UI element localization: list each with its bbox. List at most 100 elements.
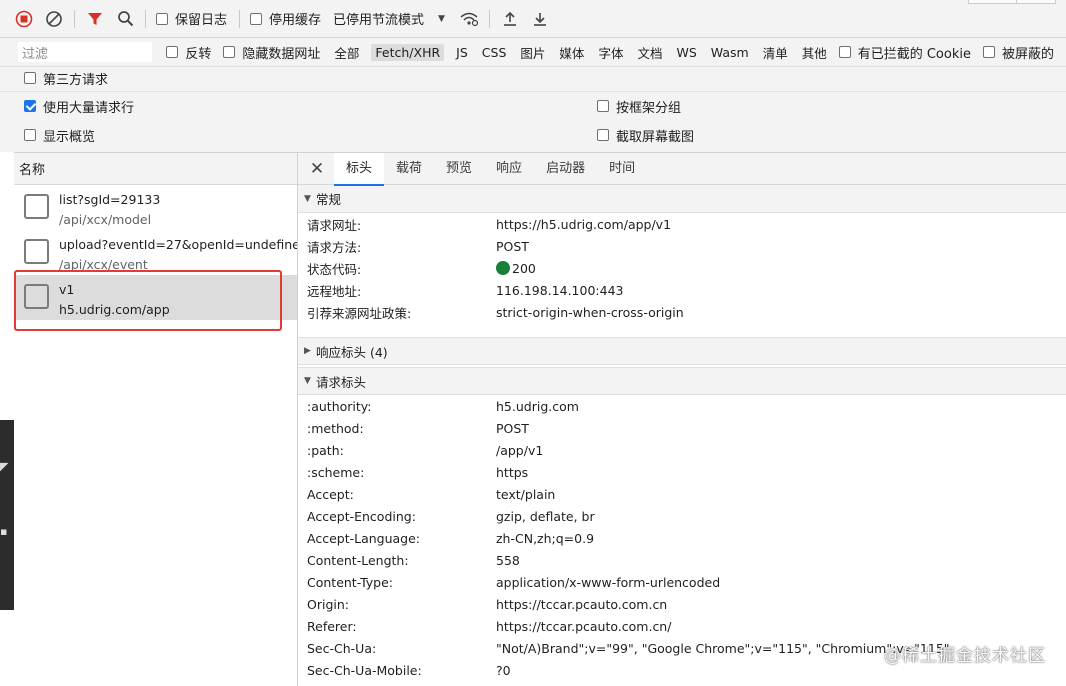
import-har-icon[interactable] xyxy=(500,9,520,29)
response-headers-section-header[interactable]: ▶ 响应标头 (4) xyxy=(298,337,1066,365)
filter-icon[interactable] xyxy=(85,9,105,29)
toolbar-separator xyxy=(488,9,490,28)
request-headers-section-header[interactable]: ▼ 请求标头 xyxy=(298,367,1066,395)
status-code-value: 200 xyxy=(496,261,536,276)
clear-icon[interactable] xyxy=(44,9,64,29)
filter-type-img[interactable]: 图片 xyxy=(518,42,547,63)
third-party-checkbox[interactable]: 第三方请求 xyxy=(24,64,108,92)
filter-type-css[interactable]: CSS xyxy=(480,44,509,61)
filter-type-manifest[interactable]: 清单 xyxy=(761,42,790,63)
network-settings xyxy=(0,66,1066,152)
tab-initiator[interactable]: 启动器 xyxy=(534,153,597,185)
general-section-header[interactable]: ▼ 常规 xyxy=(298,185,1066,213)
checkbox-box[interactable] xyxy=(982,46,995,58)
request-header-row: Referer: https://tccar.pcauto.com.cn/ xyxy=(298,615,1066,637)
hide-data-urls-checkbox[interactable]: 隐藏数据网址 xyxy=(223,43,320,62)
filter-type-doc[interactable]: 文档 xyxy=(635,42,664,63)
header-value: ?0 xyxy=(496,662,511,678)
header-value: 116.198.14.100:443 xyxy=(496,282,624,298)
request-header-row: Origin: https://tccar.pcauto.com.cn xyxy=(298,593,1066,615)
toolbar-separator xyxy=(145,9,146,28)
tab-payload[interactable]: 载荷 xyxy=(384,153,434,185)
filter-type-other[interactable]: 其他 xyxy=(800,42,829,63)
search-icon[interactable] xyxy=(115,9,135,29)
red-highlight-annotation xyxy=(14,270,282,331)
throttling-label: 已停用节流模式 xyxy=(333,13,425,28)
request-header-row: Content-Type: application/x-www-form-urle… xyxy=(298,571,1066,593)
network-toolbar: 保留日志 停用缓存 已停用节流模式 ▼ xyxy=(0,0,1066,38)
disable-cache-checkbox[interactable]: 停用缓存 xyxy=(250,9,321,28)
close-icon[interactable]: ✕ xyxy=(306,159,328,179)
header-key: Content-Length: xyxy=(307,552,409,568)
filter-type-font[interactable]: 字体 xyxy=(596,42,625,63)
checkbox-box[interactable] xyxy=(24,72,36,84)
filter-type-media[interactable]: 媒体 xyxy=(557,42,586,63)
filter-type-ws[interactable]: WS xyxy=(674,44,698,61)
header-value: gzip, deflate, br xyxy=(496,508,595,524)
preserve-log-checkbox[interactable]: 保留日志 xyxy=(156,9,227,28)
header-key: 远程地址: xyxy=(307,283,362,299)
big-request-rows-checkbox[interactable]: 使用大量请求行 xyxy=(24,92,134,120)
header-value: https://tccar.pcauto.com.cn/ xyxy=(496,618,672,634)
filter-type-all[interactable]: 全部 xyxy=(332,42,361,63)
checkbox-box[interactable] xyxy=(24,129,36,141)
tab-timing[interactable]: 时间 xyxy=(597,153,647,185)
throttling-select[interactable]: 已停用节流模式 ▼ xyxy=(333,9,445,28)
general-row: 请求方法: POST xyxy=(298,235,1066,257)
request-header-row: Content-Length: 558 xyxy=(298,549,1066,571)
blocked-requests-label: 被屏蔽的 xyxy=(1001,46,1054,62)
checkbox-box[interactable] xyxy=(597,100,609,112)
checkbox-box[interactable] xyxy=(838,46,851,58)
blocked-cookies-label: 有已拦截的 Cookie xyxy=(857,46,971,62)
tab-preview[interactable]: 预览 xyxy=(434,153,484,185)
status-code-text: 200 xyxy=(512,260,536,276)
capture-screenshots-checkbox[interactable]: 截取屏幕截图 xyxy=(597,121,694,149)
header-value: text/plain xyxy=(496,486,556,502)
tab-remnant xyxy=(1016,0,1056,4)
page-fragment-icon: ▪ xyxy=(0,525,8,538)
hide-data-urls-label: 隐藏数据网址 xyxy=(242,46,321,62)
expanded-triangle-icon: ▼ xyxy=(304,376,311,386)
checkbox-box[interactable] xyxy=(166,46,179,58)
checkbox-box-checked[interactable] xyxy=(24,100,36,112)
big-request-rows-label: 使用大量请求行 xyxy=(43,100,135,116)
preserve-log-label: 保留日志 xyxy=(175,13,228,28)
tab-headers[interactable]: 标头 xyxy=(334,152,385,186)
header-value: "Not/A)Brand";v="99", "Google Chrome";v=… xyxy=(496,640,950,656)
network-conditions-icon[interactable] xyxy=(459,9,479,29)
blocked-cookies-checkbox[interactable]: 有已拦截的 Cookie xyxy=(838,43,971,62)
request-header-row: :authority: h5.udrig.com xyxy=(298,395,1066,417)
tab-response[interactable]: 响应 xyxy=(484,153,534,185)
invert-checkbox[interactable]: 反转 xyxy=(166,43,211,62)
export-har-icon[interactable] xyxy=(530,9,550,29)
show-overview-label: 显示概览 xyxy=(43,129,96,145)
watermark: @稀土掘金技术社区 xyxy=(884,646,1046,666)
detail-tabbar: ✕ 标头 载荷 预览 响应 启动器 时间 xyxy=(298,152,1066,186)
header-value: https xyxy=(496,464,529,480)
header-key: Referer: xyxy=(307,618,357,634)
header-key: 状态代码: xyxy=(307,261,362,277)
request-header-row: Accept-Encoding: gzip, deflate, br xyxy=(298,505,1066,527)
checkbox-box[interactable] xyxy=(250,12,263,25)
filter-type-fetch-xhr[interactable]: Fetch/XHR xyxy=(371,43,445,61)
request-name: list?sgId=29133 xyxy=(59,192,161,207)
record-stop-icon[interactable] xyxy=(14,9,34,29)
filter-type-js[interactable]: JS xyxy=(454,44,470,61)
filter-input[interactable]: 过滤 xyxy=(18,42,153,62)
blocked-requests-checkbox[interactable]: 被屏蔽的 xyxy=(982,43,1054,62)
request-row[interactable]: list?sgId=29133 /api/xcx/model xyxy=(14,185,297,230)
general-row: 引荐来源网址政策: strict-origin-when-cross-origi… xyxy=(298,301,1066,323)
name-column-header[interactable]: 名称 xyxy=(14,153,297,185)
checkbox-box[interactable] xyxy=(156,12,168,25)
show-overview-checkbox[interactable]: 显示概览 xyxy=(24,121,95,149)
group-by-frame-checkbox[interactable]: 按框架分组 xyxy=(597,92,681,120)
checkbox-box[interactable] xyxy=(223,46,236,58)
checkbox-box[interactable] xyxy=(597,129,609,141)
request-row[interactable]: upload?eventId=27&openId=undefined /api/… xyxy=(14,230,297,275)
general-row: 远程地址: 116.198.14.100:443 xyxy=(298,279,1066,301)
filter-type-wasm[interactable]: Wasm xyxy=(709,44,751,61)
dropdown-caret-icon: ▼ xyxy=(438,13,445,24)
header-key: :scheme: xyxy=(307,464,365,480)
general-row: 状态代码: 200 xyxy=(298,257,1066,279)
header-key: Accept-Encoding: xyxy=(307,508,416,524)
